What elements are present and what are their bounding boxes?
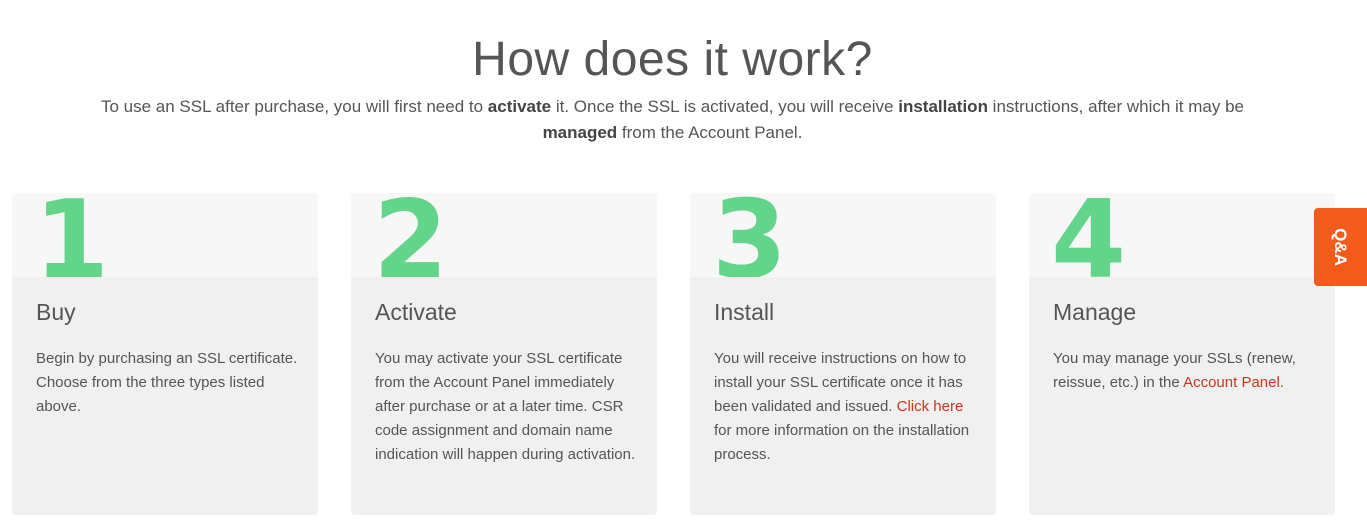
step-description: You may activate your SSL certificate fr… [375,347,643,467]
step-title: Install [714,299,775,325]
intro-text: To use an SSL after purchase, you will f… [100,94,1245,146]
step-card-install: 3 Install You will receive instructions … [690,193,996,515]
step-title: Manage [1053,299,1137,325]
intro-seg: To use an SSL after purchase, you will f… [100,97,488,116]
step-number: 2 [373,193,449,277]
step-description: You may manage your SSLs (renew, reissue… [1053,347,1321,395]
qa-tab-label: Q&A [1331,228,1350,266]
step-number-area: 3 [690,193,996,277]
step-text: for more information on the installation… [714,422,970,463]
account-panel-link[interactable]: Account Panel. [1183,374,1284,391]
step-number-area: 4 [1029,193,1335,277]
step-text: Begin by purchasing an SSL certificate. … [36,350,298,415]
step-description: You will receive instructions on how to … [714,347,982,467]
qa-tab-button[interactable]: Q&A [1314,208,1367,286]
intro-bold-activate: activate [487,97,552,116]
step-number-area: 1 [12,193,318,277]
step-card-activate: 2 Activate You may activate your SSL cer… [351,193,657,515]
intro-seg: it. Once the SSL is activated, you will … [551,97,899,116]
step-description: Begin by purchasing an SSL certificate. … [36,347,304,419]
intro-bold-managed: managed [542,123,618,142]
intro-seg: instructions, after which it may be [987,97,1244,116]
step-number: 3 [712,193,788,277]
intro-bold-installation: installation [898,97,988,116]
step-text: You may activate your SSL certificate fr… [375,350,636,463]
step-card-buy: 1 Buy Begin by purchasing an SSL certifi… [12,193,318,515]
step-card-manage: 4 Manage You may manage your SSLs (renew… [1029,193,1335,515]
click-here-link[interactable]: Click here [897,398,964,415]
intro-seg: from the Account Panel. [617,123,803,142]
step-number: 1 [34,193,110,277]
step-title: Buy [36,299,76,325]
page-title: How does it work? [472,33,873,86]
step-number: 4 [1051,193,1127,277]
step-number-area: 2 [351,193,657,277]
step-title: Activate [375,299,457,325]
